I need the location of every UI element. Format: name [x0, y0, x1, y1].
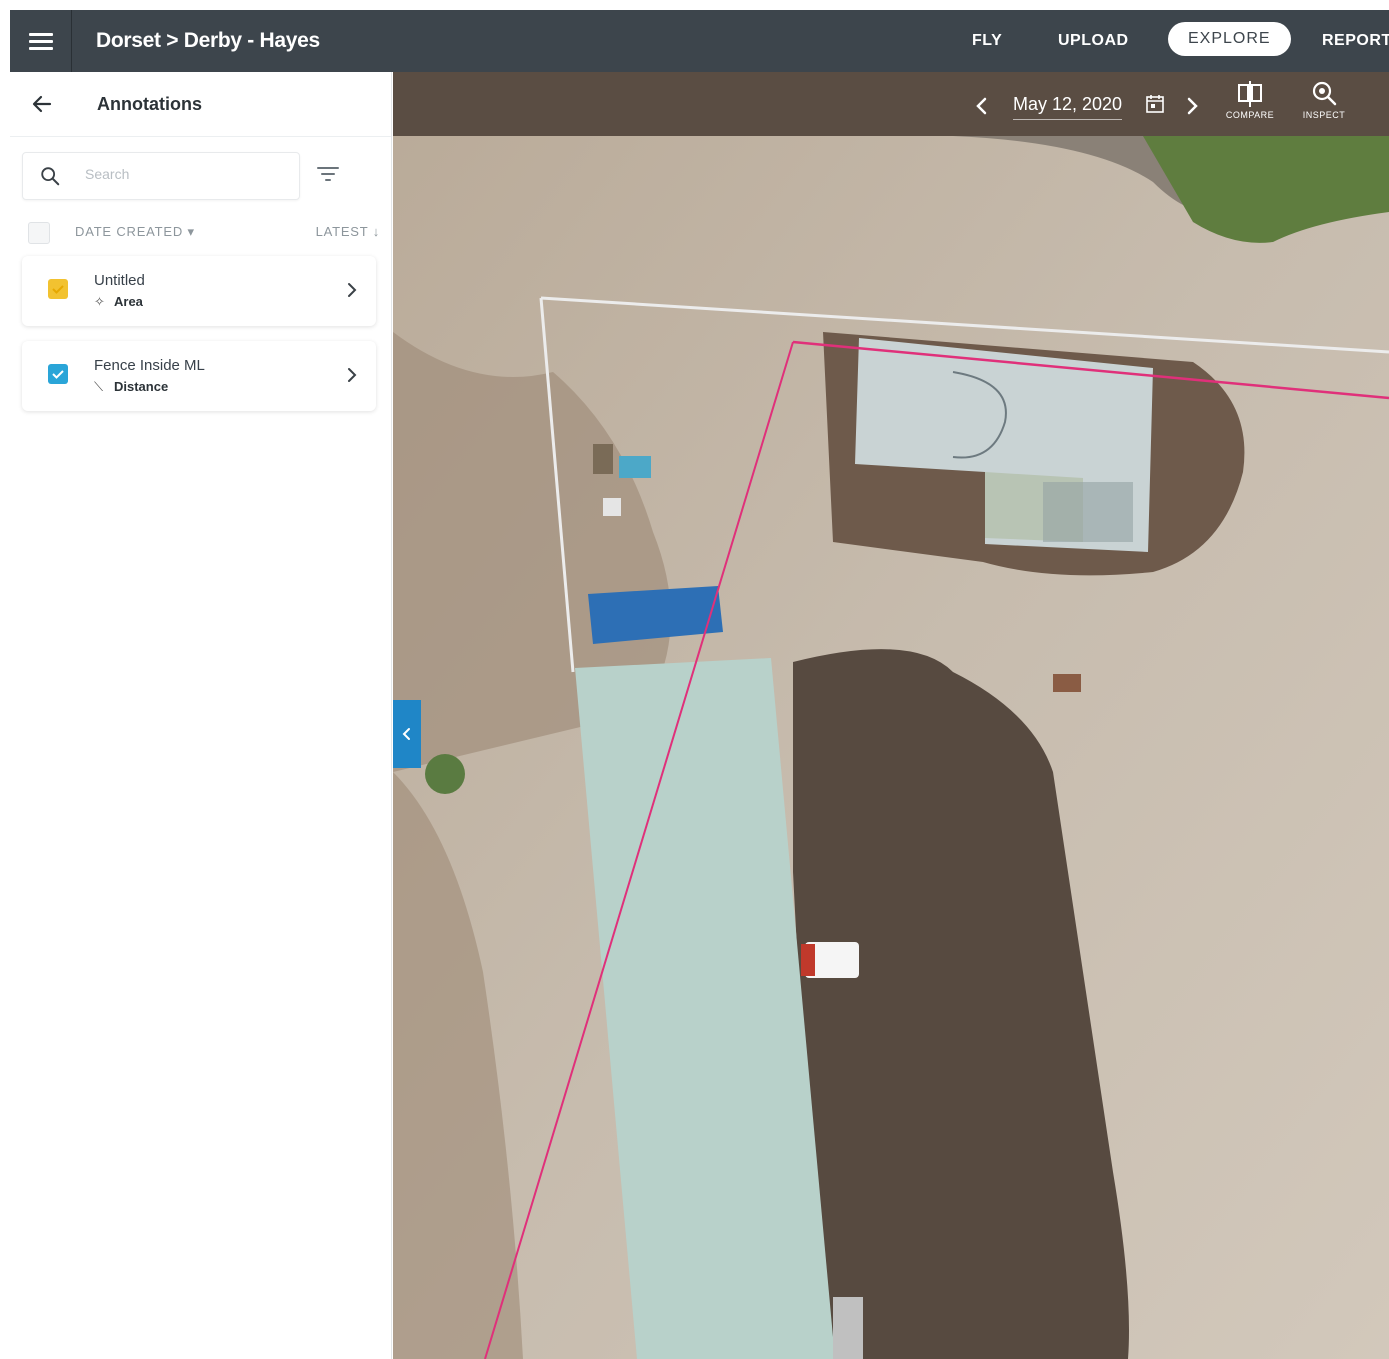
- annotation-card-untitled[interactable]: Untitled ✧ Area: [22, 256, 376, 326]
- area-icon: ✧: [94, 294, 105, 309]
- collapse-sidebar-tab[interactable]: [393, 700, 421, 768]
- annotation-type: ⟍ Distance: [94, 379, 169, 394]
- annotation-color-swatch[interactable]: [48, 279, 68, 299]
- aerial-imagery[interactable]: [393, 72, 1389, 1359]
- nav-upload[interactable]: UPLOAD: [1058, 10, 1129, 72]
- check-icon: [52, 370, 64, 379]
- annotations-sidebar: Annotations DATE CREATED ▾ LATEST ↓ Unti…: [10, 72, 392, 1359]
- sort-order-toggle[interactable]: LATEST ↓: [316, 224, 380, 239]
- nav-fly[interactable]: FLY: [972, 10, 1002, 72]
- check-icon: [52, 285, 64, 294]
- sidebar-header: Annotations: [10, 72, 391, 137]
- calendar-icon[interactable]: [1145, 94, 1165, 114]
- nav-report[interactable]: REPORT: [1322, 10, 1389, 72]
- chevron-left-icon[interactable]: [973, 94, 991, 118]
- sort-field-dropdown[interactable]: DATE CREATED ▾: [75, 224, 195, 240]
- annotation-card-fence-inside-ml[interactable]: Fence Inside ML ⟍ Distance: [22, 341, 376, 411]
- breadcrumb[interactable]: Dorset > Derby - Hayes: [96, 29, 320, 53]
- hamburger-menu-icon[interactable]: [10, 10, 72, 72]
- select-all-checkbox[interactable]: [28, 222, 50, 244]
- compare-button[interactable]: COMPARE: [1215, 80, 1285, 120]
- inspect-button[interactable]: INSPECT: [1289, 80, 1359, 120]
- nav-explore[interactable]: EXPLORE: [1168, 22, 1291, 56]
- search-input[interactable]: [83, 165, 287, 183]
- search-box: [22, 152, 300, 200]
- back-arrow-icon[interactable]: [30, 92, 54, 116]
- chevron-right-icon: [348, 283, 357, 297]
- magnifier-icon: [1312, 81, 1337, 106]
- compare-icon: [1238, 81, 1262, 107]
- top-bar: Dorset > Derby - Hayes FLY UPLOAD EXPLOR…: [10, 10, 1389, 72]
- date-display[interactable]: May 12, 2020: [1013, 94, 1123, 120]
- distance-icon: ⟍: [94, 379, 104, 394]
- annotation-title: Untitled: [94, 272, 145, 289]
- annotation-color-swatch[interactable]: [48, 364, 68, 384]
- date-navigator: May 12, 2020 COMPARE INSPECT: [973, 81, 1389, 126]
- filter-icon[interactable]: [316, 164, 340, 184]
- annotation-title: Fence Inside ML: [94, 357, 205, 374]
- chevron-right-icon[interactable]: [1183, 94, 1201, 118]
- chevron-left-icon: [402, 728, 410, 740]
- search-icon: [41, 167, 60, 186]
- aerial-map-view[interactable]: May 12, 2020 COMPARE INSPECT: [393, 72, 1389, 1359]
- chevron-right-icon: [348, 368, 357, 382]
- annotation-type: ✧ Area: [94, 294, 143, 309]
- sidebar-title: Annotations: [97, 94, 202, 114]
- sort-row: DATE CREATED ▾ LATEST ↓: [22, 220, 380, 246]
